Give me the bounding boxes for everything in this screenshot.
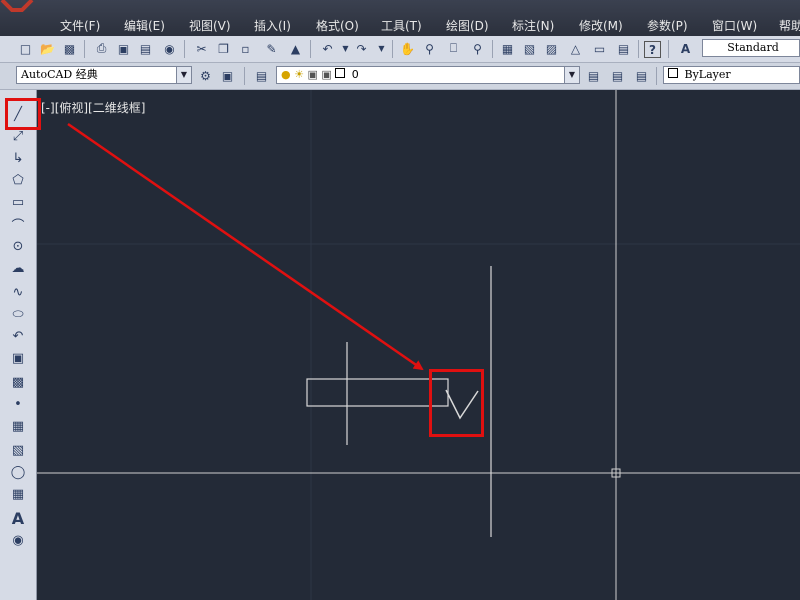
layer-properties-icon[interactable]: ▤ [252,66,271,85]
layers-toolbar: AutoCAD 经典 ▼ ⚙ ▣ ▤ ● ☀ ▣ ▣ 0 ▼ ▤ ▤ ▤ ByL… [0,63,800,90]
color-value: ByLayer [684,68,731,81]
menu-format[interactable]: 格式(O) [316,17,359,35]
rectangle-icon[interactable]: ▭ [8,192,28,212]
lock-icon: ▣ [321,68,332,81]
target-highlight [429,369,484,437]
spline-icon[interactable]: ∿ [8,282,28,302]
customize-icon[interactable]: ▣ [218,66,237,85]
menu-tools[interactable]: 工具(T) [381,17,422,35]
layer-value: 0 [351,68,359,81]
text-style-combo[interactable]: Standard [702,39,800,57]
workspace-combo[interactable]: AutoCAD 经典 ▼ [16,66,192,84]
standard-toolbar: □ 📂 ▩ ⎙ ▣ ▤ ◉ ✂ ❐ ▫ ✎ ▲ ↶ ▼ ↷ ▼ ✋ ⚲ ⎕ ⚲ … [0,36,800,63]
quickcalc-icon[interactable]: ▤ [614,39,633,58]
chevron-down-icon[interactable]: ▼ [176,67,191,83]
menu-file[interactable]: 文件(F) [60,17,100,35]
chevron-down-icon[interactable]: ▼ [564,67,579,83]
arc-icon[interactable]: ⌒ [8,214,28,234]
new-file-icon[interactable]: □ [16,39,35,58]
zoom-previous-icon[interactable]: ⚲ [468,39,487,58]
revision-cloud-icon[interactable]: ☁ [8,258,28,278]
make-block-icon[interactable]: ▩ [8,372,28,392]
match-properties-icon[interactable]: ✎ [262,39,281,58]
sun-icon: ☀ [294,68,304,81]
circle-icon[interactable]: ⊙ [8,236,28,256]
app-logo-icon[interactable] [0,0,40,14]
polygon-icon[interactable]: ⬠ [8,170,28,190]
layer-previous-icon[interactable]: ▤ [608,66,627,85]
menu-bar: 文件(F) 编辑(E) 视图(V) 插入(I) 格式(O) 工具(T) 绘图(D… [0,0,800,36]
viewport-freeze-icon: ▣ [307,68,318,81]
text-style-icon[interactable]: A [676,39,695,58]
paste-icon[interactable]: ▫ [236,39,255,58]
menu-parameter[interactable]: 参数(P) [647,17,688,35]
block-editor-icon[interactable]: ▲ [286,39,305,58]
workspace-settings-icon[interactable]: ⚙ [196,66,215,85]
layer-state-icon[interactable]: ▤ [632,66,651,85]
pan-icon[interactable]: ✋ [398,39,417,58]
add-selected-icon[interactable]: ◉ [8,530,28,550]
make-object-layer-current-icon[interactable]: ▤ [584,66,603,85]
multiline-text-icon[interactable]: A [8,508,28,528]
menu-modify[interactable]: 修改(M) [579,17,623,35]
layer-color-swatch [335,68,346,78]
draw-toolbar: ╱ ⤢ ↳ ⬠ ▭ ⌒ ⊙ ☁ ∿ ⬭ ↶ ▣ ▩ • ▦ ▧ ◯ ▦ A ◉ [0,90,37,600]
drawing-canvas[interactable] [37,90,800,600]
layer-combo[interactable]: ● ☀ ▣ ▣ 0 ▼ [276,66,580,84]
redo-dropdown-icon[interactable]: ▼ [372,39,391,58]
color-combo[interactable]: ByLayer [663,66,800,84]
publish-icon[interactable]: ▤ [136,39,155,58]
properties-icon[interactable]: ▦ [498,39,517,58]
gradient-icon[interactable]: ▧ [8,440,28,460]
menu-edit[interactable]: 编辑(E) [124,17,165,35]
3d-publish-icon[interactable]: ◉ [160,39,179,58]
insert-block-icon[interactable]: ▣ [8,348,28,368]
ellipse-arc-icon[interactable]: ↶ [8,326,28,346]
zoom-realtime-icon[interactable]: ⚲ [420,39,439,58]
save-icon[interactable]: ▩ [60,39,79,58]
viewport-label[interactable]: [-][俯视][二维线框] [41,99,145,116]
workspace-value: AutoCAD 经典 [21,68,98,81]
undo-icon[interactable]: ↶ [318,39,337,58]
open-file-icon[interactable]: 📂 [38,39,57,58]
table-icon[interactable]: ▦ [8,484,28,504]
help-icon[interactable]: ? [644,41,661,58]
sheet-set-manager-icon[interactable]: △ [566,39,585,58]
print-icon[interactable]: ⎙ [92,39,111,58]
menu-draw[interactable]: 绘图(D) [446,17,489,35]
text-style-value: Standard [727,41,779,54]
color-swatch [668,68,678,78]
region-icon[interactable]: ◯ [8,462,28,482]
markup-set-manager-icon[interactable]: ▭ [590,39,609,58]
copy-icon[interactable]: ❐ [214,39,233,58]
cut-icon[interactable]: ✂ [192,39,211,58]
menu-view[interactable]: 视图(V) [189,17,231,35]
hatch-icon[interactable]: ▦ [8,416,28,436]
design-center-icon[interactable]: ▧ [520,39,539,58]
point-icon[interactable]: • [8,394,28,414]
menu-dimension[interactable]: 标注(N) [512,17,554,35]
light-bulb-icon: ● [281,68,291,81]
print-preview-icon[interactable]: ▣ [114,39,133,58]
ellipse-icon[interactable]: ⬭ [8,304,28,324]
zoom-window-icon[interactable]: ⎕ [444,39,463,58]
line-tool-highlight [5,98,41,130]
tool-palettes-icon[interactable]: ▨ [542,39,561,58]
menu-insert[interactable]: 插入(I) [254,17,291,35]
polyline-icon[interactable]: ↳ [8,148,28,168]
menu-window[interactable]: 窗口(W) [712,17,757,35]
redo-icon[interactable]: ↷ [352,39,371,58]
menu-help[interactable]: 帮助 [779,17,800,35]
